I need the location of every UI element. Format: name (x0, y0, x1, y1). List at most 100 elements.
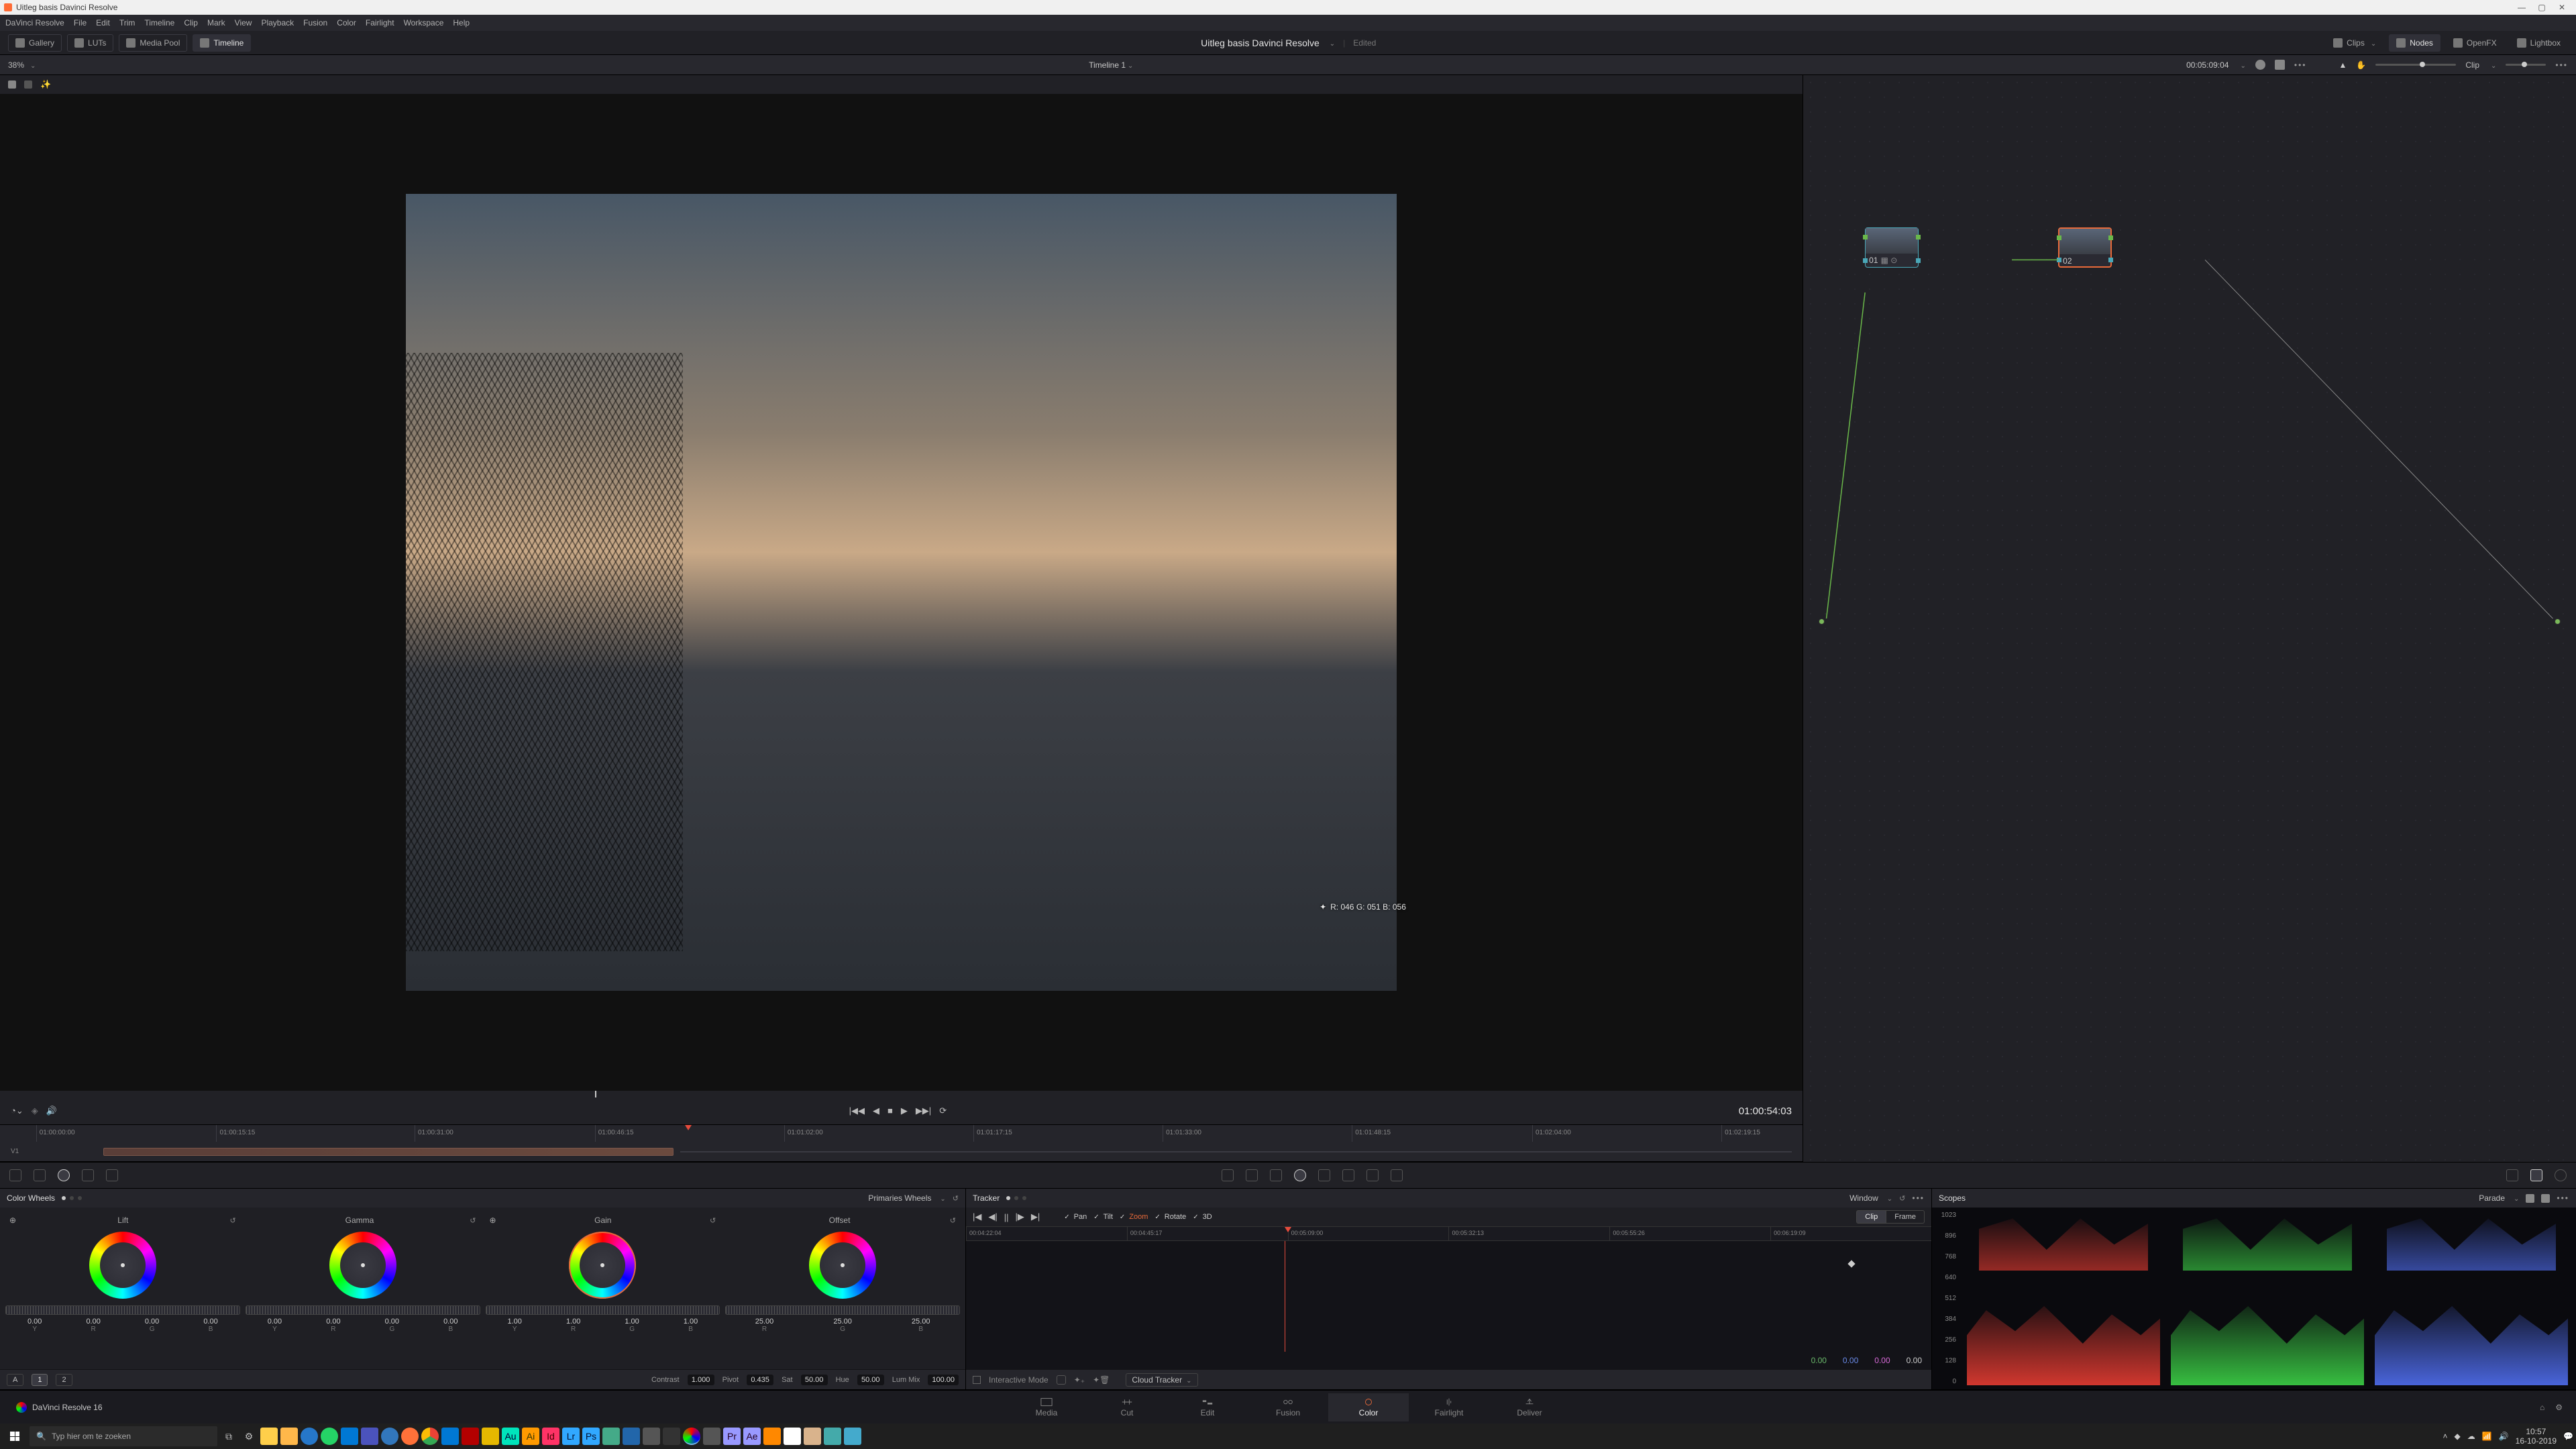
scopes-mode-dropdown[interactable]: Parade (2479, 1193, 2505, 1203)
gain-wheel[interactable] (569, 1232, 636, 1299)
menu-workspace[interactable]: Workspace (404, 18, 444, 28)
bypass-grades-icon[interactable]: ◔⌄ (11, 1106, 23, 1116)
lift-y-value[interactable]: 0.00 (5, 1318, 64, 1326)
notes-icon[interactable] (784, 1428, 801, 1445)
clip-mode-button[interactable]: Clip (1856, 1210, 1886, 1224)
chevron-down-icon[interactable] (2238, 60, 2245, 70)
timeline-toggle[interactable]: Timeline (193, 34, 251, 52)
play-button[interactable]: ▶ (901, 1106, 908, 1116)
pan-tool-icon[interactable]: ✋ (2356, 60, 2366, 70)
rotate-checkbox[interactable]: Rotate (1155, 1213, 1186, 1221)
app-icon-6[interactable] (703, 1428, 720, 1445)
key-icon[interactable] (1342, 1169, 1354, 1181)
offset-b-value[interactable]: 25.00 (881, 1318, 960, 1326)
lift-b-value[interactable]: 0.00 (181, 1318, 239, 1326)
track-reverse-all-button[interactable]: |◀ (973, 1212, 981, 1222)
picker-icon[interactable]: ⊕ (9, 1216, 16, 1225)
tracker-ruler[interactable]: 00:04:22:04 00:04:45:17 00:05:09:00 00:0… (966, 1226, 1931, 1241)
filezilla-icon[interactable] (462, 1428, 479, 1445)
zoom-checkbox[interactable]: Zoom (1120, 1213, 1148, 1221)
step-back-button[interactable]: ◀ (873, 1106, 879, 1116)
window-close-button[interactable]: ✕ (2552, 3, 2572, 12)
settings-taskbar-icon[interactable]: ⚙ (240, 1428, 258, 1445)
reset-lift-icon[interactable] (230, 1216, 236, 1225)
menu-file[interactable]: File (74, 18, 87, 28)
clip-mode-dropdown[interactable]: Clip (2465, 60, 2479, 70)
taskbar-search[interactable]: 🔍 Typ hier om te zoeken (30, 1426, 217, 1446)
edge-icon[interactable] (301, 1428, 318, 1445)
curves-icon[interactable] (1222, 1169, 1234, 1181)
track-reverse-one-button[interactable]: ◀| (988, 1212, 997, 1222)
camera-raw-icon[interactable] (9, 1169, 21, 1181)
prev-clip-button[interactable]: |◀◀ (849, 1106, 865, 1116)
chevron-down-icon[interactable] (938, 1193, 945, 1203)
tray-expand-icon[interactable]: ˄ (2443, 1432, 2448, 1441)
frame-mode-button[interactable]: Frame (1886, 1210, 1925, 1224)
aftereffects-icon[interactable]: Ae (743, 1428, 761, 1445)
render-cache-icon[interactable]: ◈ (32, 1106, 38, 1116)
menu-playback[interactable]: Playback (261, 18, 294, 28)
gain-r-value[interactable]: 1.00 (544, 1318, 602, 1326)
start-button[interactable] (3, 1426, 27, 1446)
node-zoom-slider[interactable] (2375, 64, 2456, 66)
auto-balance-button[interactable]: A (7, 1374, 23, 1386)
app-icon-9[interactable] (844, 1428, 861, 1445)
app-icon-4[interactable] (643, 1428, 660, 1445)
pan-checkbox[interactable]: Pan (1064, 1213, 1087, 1221)
gain-y-value[interactable]: 1.00 (486, 1318, 544, 1326)
system-tray[interactable]: ˄ ◆ ☁ 📶 🔊 10:57 16-10-2019 💬 (2443, 1427, 2574, 1446)
split-screen-icon[interactable] (2275, 60, 2285, 70)
picker-icon[interactable]: ⊕ (490, 1216, 496, 1225)
track-stop-button[interactable]: || (1004, 1212, 1009, 1222)
graph-output-port[interactable] (2555, 619, 2561, 625)
app-icon-5[interactable] (663, 1428, 680, 1445)
cloud-tracker-dropdown[interactable]: Cloud Tracker (1126, 1373, 1197, 1387)
offset-master-jog[interactable] (725, 1305, 960, 1315)
vlc-icon[interactable] (763, 1428, 781, 1445)
mute-icon[interactable]: 🔊 (46, 1106, 57, 1116)
viewer-mode-b-icon[interactable] (24, 80, 32, 89)
clips-toggle[interactable]: Clips (2326, 34, 2383, 52)
menu-timeline[interactable]: Timeline (144, 18, 174, 28)
chevron-down-icon[interactable] (2489, 60, 2496, 70)
window-minimize-button[interactable]: — (2512, 3, 2532, 12)
gamma-master-jog[interactable] (246, 1305, 480, 1315)
reset-gain-icon[interactable] (710, 1216, 716, 1225)
image-wipe-icon[interactable] (2255, 60, 2265, 70)
project-settings-icon[interactable]: ⚙ (2555, 1403, 2563, 1412)
offset-wheel[interactable] (809, 1232, 876, 1299)
interactive-checkbox[interactable] (973, 1376, 981, 1384)
menu-mark[interactable]: Mark (207, 18, 225, 28)
rgb-mixer-icon[interactable] (82, 1169, 94, 1181)
app-icon-8[interactable] (824, 1428, 841, 1445)
page-2-button[interactable]: 2 (56, 1374, 72, 1386)
tracker-icon[interactable] (1294, 1169, 1306, 1181)
color-match-icon[interactable] (34, 1169, 46, 1181)
color-wheels-icon[interactable] (58, 1169, 70, 1181)
sizing-icon[interactable] (1366, 1169, 1379, 1181)
teams-icon[interactable] (361, 1428, 378, 1445)
gamma-y-value[interactable]: 0.00 (246, 1318, 304, 1326)
lift-wheel[interactable] (89, 1232, 156, 1299)
primaries-mode-dropdown[interactable]: Primaries Wheels (868, 1193, 931, 1203)
app-icon-7[interactable] (804, 1428, 821, 1445)
reset-all-icon[interactable] (953, 1193, 959, 1203)
indesign-icon[interactable]: Id (542, 1428, 559, 1445)
timeline-ruler[interactable]: 01:00:00:00 01:00:15:15 01:00:31:00 01:0… (0, 1124, 1803, 1142)
page-media[interactable]: Media (1006, 1393, 1087, 1421)
source-timecode[interactable]: 00:05:09:04 (2186, 60, 2229, 70)
mediapool-toggle[interactable]: Media Pool (119, 34, 187, 52)
node-02[interactable]: 02 (2058, 227, 2112, 268)
node-alpha-port[interactable] (1863, 258, 1868, 263)
page-color[interactable]: Color (1328, 1393, 1409, 1421)
lightbox-toggle[interactable]: Lightbox (2510, 34, 2568, 52)
whatsapp-icon[interactable] (321, 1428, 338, 1445)
menu-davinci[interactable]: DaVinci Resolve (5, 18, 64, 28)
viewer-scrubber[interactable] (0, 1091, 1803, 1097)
next-clip-button[interactable]: ▶▶| (916, 1106, 931, 1116)
page-cut[interactable]: Cut (1087, 1393, 1167, 1421)
offset-g-value[interactable]: 25.00 (804, 1318, 882, 1326)
lift-master-jog[interactable] (5, 1305, 240, 1315)
page-fairlight[interactable]: Fairlight (1409, 1393, 1489, 1421)
lift-g-value[interactable]: 0.00 (123, 1318, 181, 1326)
